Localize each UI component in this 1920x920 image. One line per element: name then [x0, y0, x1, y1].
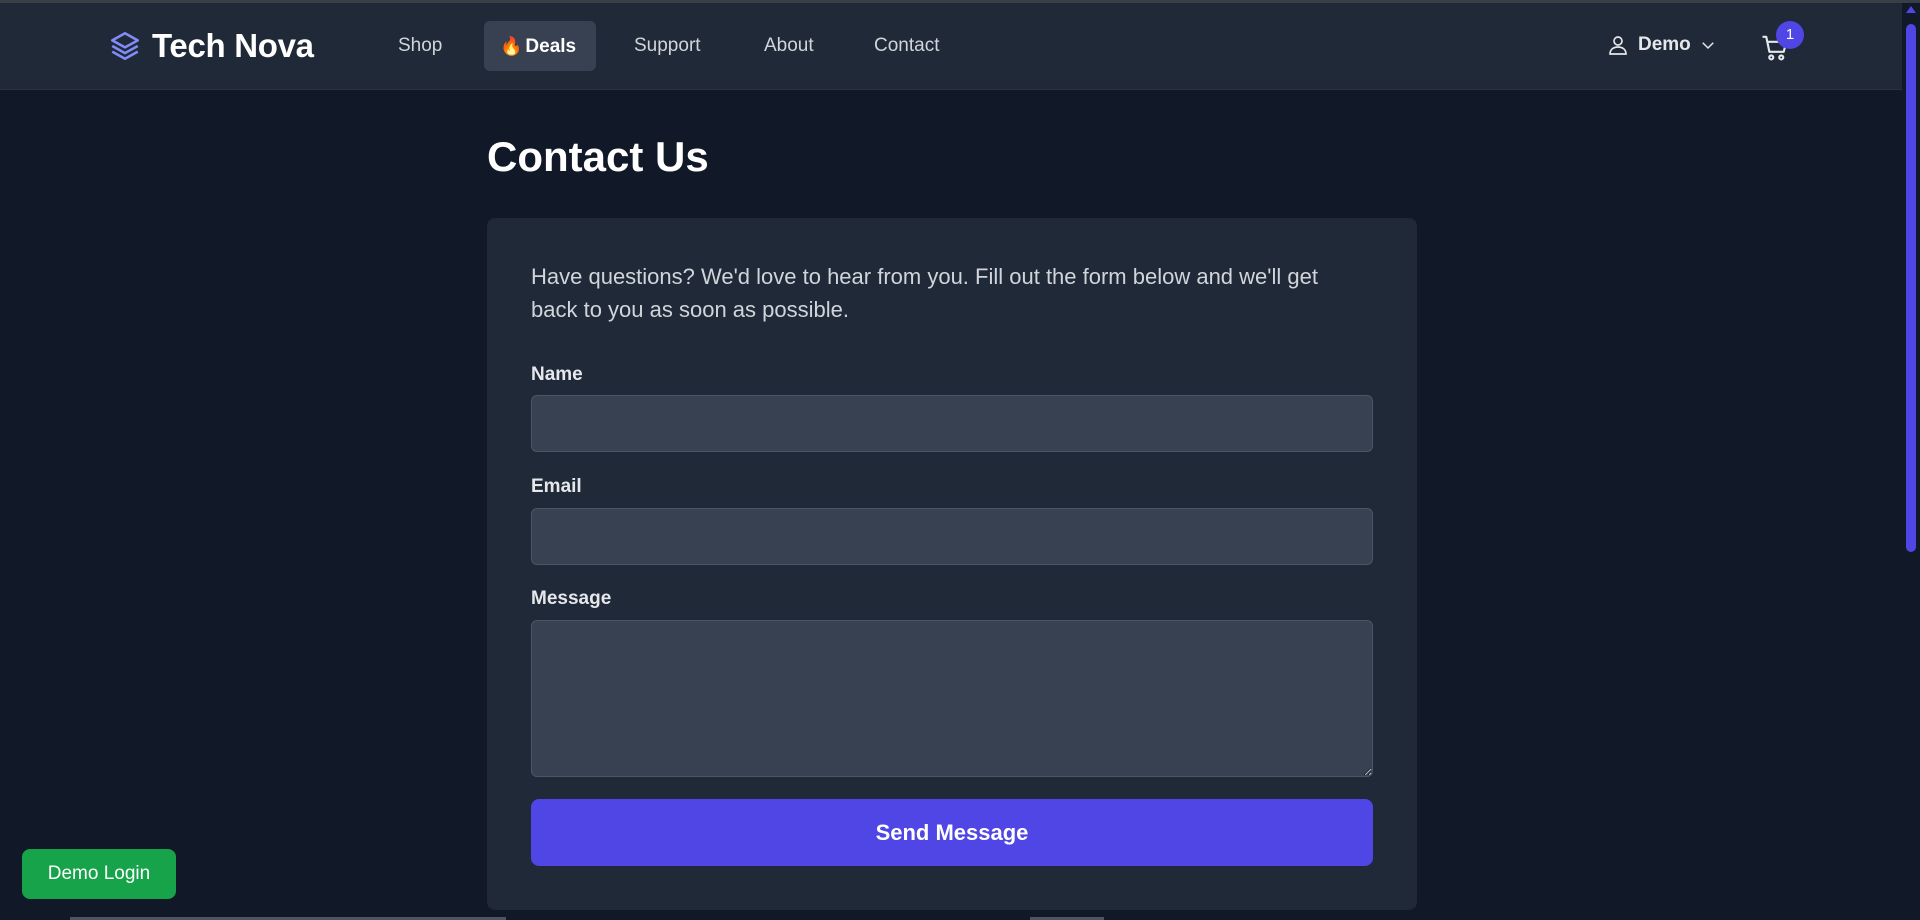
- contact-form-card: Have questions? We'd love to hear from y…: [487, 218, 1417, 910]
- demo-login-button[interactable]: Demo Login: [22, 849, 176, 899]
- nav-contact[interactable]: Contact: [858, 21, 955, 71]
- name-label: Name: [531, 364, 583, 385]
- name-input[interactable]: [531, 395, 1373, 452]
- cart-count-badge: 1: [1776, 21, 1804, 49]
- fire-icon: 🔥: [500, 36, 523, 56]
- message-label: Message: [531, 588, 612, 609]
- email-label: Email: [531, 476, 582, 497]
- brand-name: Tech Nova: [152, 27, 314, 64]
- layers-icon: [110, 31, 140, 61]
- chevron-down-icon: [1702, 42, 1714, 50]
- send-message-button[interactable]: Send Message: [531, 799, 1373, 866]
- cart-button[interactable]: 1: [1760, 21, 1804, 65]
- user-icon: [1609, 36, 1627, 55]
- brand-logo[interactable]: Tech Nova: [108, 27, 314, 65]
- nav-deals[interactable]: 🔥 Deals: [484, 21, 596, 71]
- nav-deals-label: Deals: [525, 36, 577, 57]
- user-name: Demo: [1638, 34, 1691, 55]
- nav-about[interactable]: About: [748, 21, 830, 71]
- nav-shop[interactable]: Shop: [382, 21, 458, 71]
- nav-support[interactable]: Support: [618, 21, 717, 71]
- page-title: Contact Us: [487, 133, 709, 180]
- form-intro-text: Have questions? We'd love to hear from y…: [531, 264, 1318, 322]
- user-menu[interactable]: Demo: [1606, 33, 1717, 57]
- top-navbar: Tech Nova Shop 🔥 Deals Support About Cont…: [0, 3, 1902, 90]
- email-input[interactable]: [531, 508, 1373, 565]
- message-textarea[interactable]: [531, 620, 1373, 777]
- scroll-up-arrow-icon[interactable]: [1906, 6, 1916, 13]
- scrollbar-thumb[interactable]: [1906, 24, 1916, 552]
